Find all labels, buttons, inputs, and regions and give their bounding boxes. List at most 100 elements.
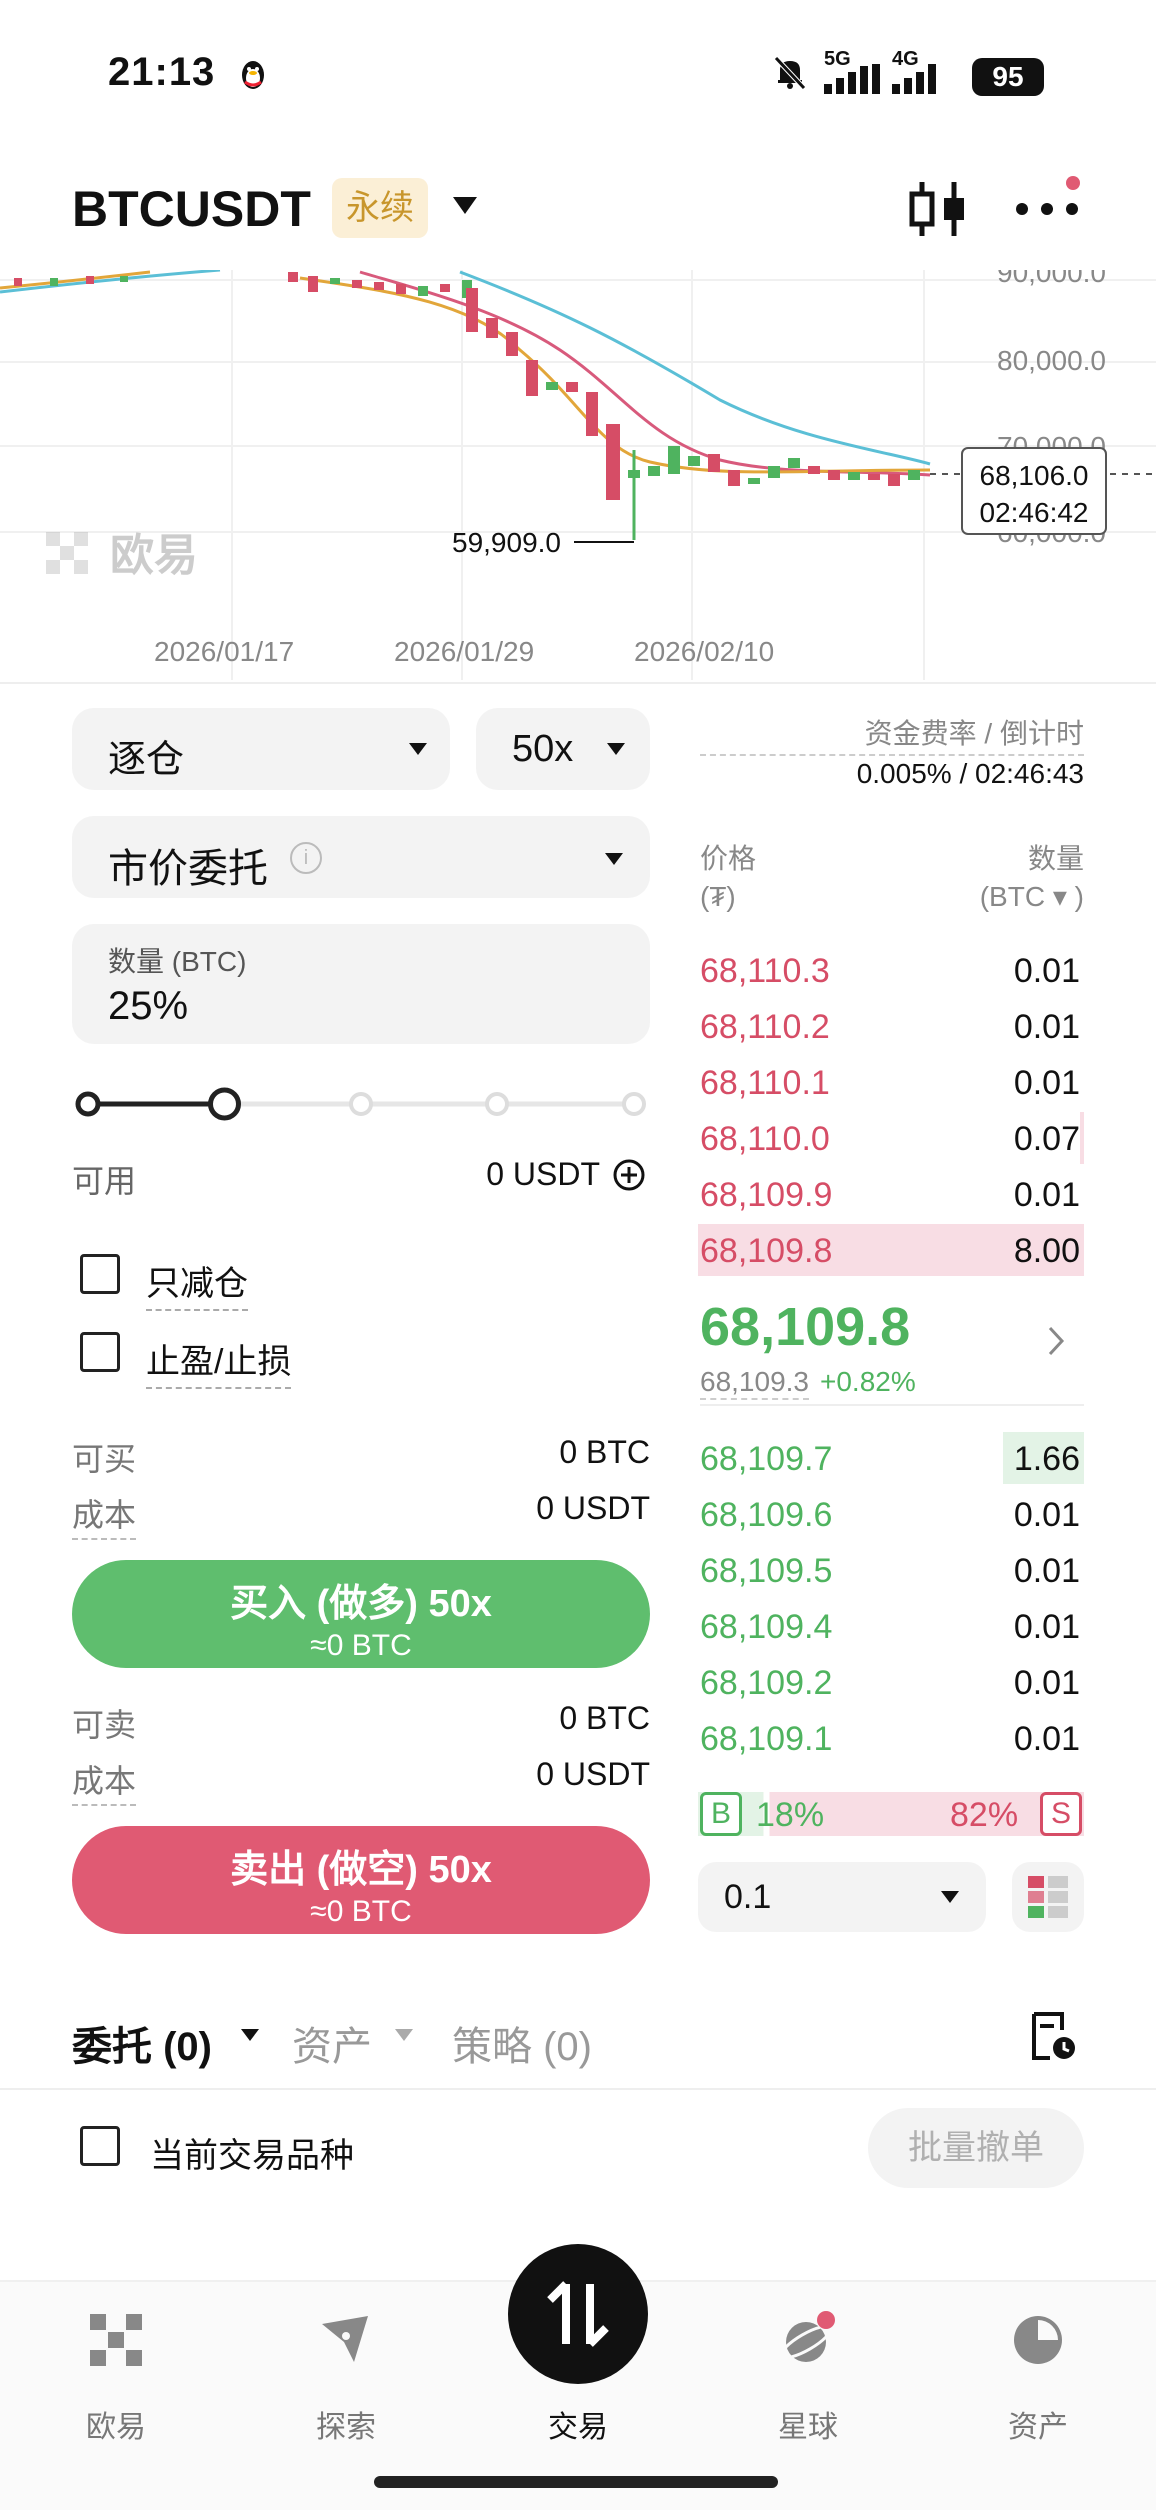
sell-button-label: 卖出 (做空) 50x [230, 1849, 492, 1891]
row-price: 68,109.2 [700, 1664, 833, 1702]
chart-low-label: 59,909.0 [452, 527, 561, 558]
compass-explore-icon[interactable] [316, 2310, 376, 2370]
x-tick-label: 2026/01/17 [154, 636, 295, 667]
candlestick-chart-icon[interactable] [908, 178, 968, 240]
okx-watermark-icon [46, 532, 88, 574]
batch-cancel-button[interactable]: 批量撤单 [868, 2108, 1084, 2188]
buy-button-sub: ≈0 BTC [310, 1629, 412, 1662]
reduce-only-checkbox[interactable] [80, 1254, 120, 1294]
margin-mode-value: 逐仓 [108, 739, 185, 781]
price-chart[interactable]: 欧易 59,909.0 90,000.0 80,000.0 70,000.0 6… [0, 270, 1156, 680]
row-qty: 0.01 [1013, 1176, 1080, 1214]
ask-row[interactable]: 68,109.8 8.00 [698, 1224, 1084, 1276]
bid-row[interactable]: 68,109.5 0.01 [698, 1544, 1084, 1596]
current-symbol-checkbox[interactable] [80, 2126, 120, 2166]
bid-row[interactable]: 68,109.2 0.01 [698, 1656, 1084, 1708]
add-funds-icon[interactable] [612, 1158, 646, 1192]
slider-thumb[interactable] [208, 1087, 241, 1121]
y-tick-label: 90,000.0 [997, 270, 1106, 288]
bid-row[interactable]: 68,109.4 0.01 [698, 1600, 1084, 1652]
row-qty: 8.00 [1013, 1232, 1080, 1270]
orderbook-layout-button[interactable] [1012, 1862, 1084, 1932]
chart-watermark: 欧易 [110, 530, 198, 581]
row-price: 68,109.4 [700, 1608, 833, 1646]
row-qty: 1.66 [1013, 1440, 1080, 1478]
orderbook-layout-icon [1028, 1876, 1068, 1918]
price-change: +0.82% [820, 1366, 916, 1397]
signal-4g-icon [892, 64, 936, 94]
chevron-right-icon[interactable] [1044, 1324, 1068, 1358]
sell-ratio-tag: S [1040, 1792, 1082, 1836]
qty-header-unit: (BTC ▾ ) [979, 881, 1084, 912]
bid-row[interactable]: 68,109.1 0.01 [698, 1712, 1084, 1764]
nav-planet-label[interactable]: 星球 [728, 2402, 888, 2446]
perpetual-badge: 永续 [332, 178, 428, 238]
quantity-value: 25% [108, 984, 189, 1028]
ask-row[interactable]: 68,110.0 0.07 [698, 1112, 1084, 1164]
order-history-icon[interactable] [1026, 2010, 1078, 2064]
sell-cost-label: 成本 [72, 1756, 137, 1806]
orderbook-qty-header[interactable]: 数量 (BTC ▾ ) [900, 840, 1084, 916]
nav-trade-label[interactable]: 交易 [498, 2402, 658, 2446]
orderbook-price-header: 价格 (₮) [700, 840, 756, 916]
nav-home-label[interactable]: 欧易 [36, 2402, 196, 2446]
chevron-down-icon [605, 853, 623, 865]
tp-sl-label[interactable]: 止盈/止损 [146, 1334, 292, 1389]
orderbook-divider [700, 1404, 1084, 1406]
row-qty: 0.01 [1013, 952, 1080, 990]
row-qty: 0.01 [1013, 1496, 1080, 1534]
max-sell-label: 可卖 [72, 1707, 137, 1743]
funding-rate-label[interactable]: 资金费率 / 倒计时 [700, 712, 1084, 756]
row-qty: 0.01 [1013, 1720, 1080, 1758]
chart-divider [0, 682, 1156, 684]
available-value: 0 USDT [486, 1156, 600, 1192]
nav-assets-label[interactable]: 资产 [958, 2402, 1118, 2446]
tab-strategy[interactable]: 策略 (0) [452, 2014, 592, 2072]
price-header-label: 价格 [700, 843, 757, 874]
current-symbol-label[interactable]: 当前交易品种 [150, 2128, 354, 2177]
bid-row[interactable]: 68,109.7 1.66 [698, 1432, 1084, 1484]
row-qty: 0.01 [1013, 1064, 1080, 1102]
planet-icon[interactable] [778, 2310, 838, 2370]
tab-assets[interactable]: 资产 [292, 2014, 372, 2072]
nav-explore-label[interactable]: 探索 [266, 2402, 426, 2446]
buy-ratio-value: 18% [756, 1796, 825, 1834]
current-price-label: 68,106.0 [980, 460, 1089, 491]
max-sell-value: 0 BTC [559, 1700, 650, 1736]
quantity-slider[interactable] [72, 1086, 650, 1122]
chevron-down-icon[interactable] [240, 2028, 260, 2042]
last-price[interactable]: 68,109.8 [700, 1296, 910, 1358]
buy-cost-value: 0 USDT [536, 1490, 650, 1526]
assets-pie-icon[interactable] [1008, 2310, 1068, 2370]
trade-nav-button[interactable] [508, 2244, 648, 2384]
bid-row[interactable]: 68,109.6 0.01 [698, 1488, 1084, 1540]
signal-5g-icon [824, 64, 880, 94]
mute-bell-icon [774, 56, 806, 90]
row-price: 68,109.6 [700, 1496, 833, 1534]
buy-long-button[interactable]: 买入 (做多) 50x ≈0 BTC [72, 1560, 650, 1668]
tab-open-orders[interactable]: 委托 (0) [72, 2014, 212, 2072]
pair-title[interactable]: BTCUSDT [72, 180, 311, 238]
chevron-down-icon[interactable] [394, 2028, 414, 2042]
sell-short-button[interactable]: 卖出 (做空) 50x ≈0 BTC [72, 1826, 650, 1934]
ask-row[interactable]: 68,109.9 0.01 [698, 1168, 1084, 1220]
reduce-only-label[interactable]: 只减仓 [146, 1256, 248, 1311]
pair-dropdown-icon[interactable] [450, 194, 480, 218]
notification-dot [1066, 176, 1080, 190]
x-tick-label: 2026/01/29 [394, 636, 535, 667]
ask-row[interactable]: 68,110.3 0.01 [698, 944, 1084, 996]
price-header-unit: (₮) [700, 881, 736, 912]
leverage-value: 50x [512, 728, 574, 770]
row-price: 68,110.0 [700, 1120, 830, 1158]
depth-bar [1080, 1112, 1084, 1164]
qty-header-label: 数量 [1027, 843, 1084, 874]
ask-row[interactable]: 68,110.1 0.01 [698, 1056, 1084, 1108]
ask-row[interactable]: 68,110.2 0.01 [698, 1000, 1084, 1052]
row-qty: 0.01 [1013, 1664, 1080, 1702]
candle-countdown: 02:46:42 [980, 497, 1089, 528]
info-icon[interactable]: i [290, 842, 322, 874]
tp-sl-checkbox[interactable] [80, 1332, 120, 1372]
okx-home-icon[interactable] [86, 2310, 146, 2370]
more-options-icon[interactable] [1014, 198, 1080, 220]
depth-step-value: 0.1 [724, 1878, 772, 1916]
